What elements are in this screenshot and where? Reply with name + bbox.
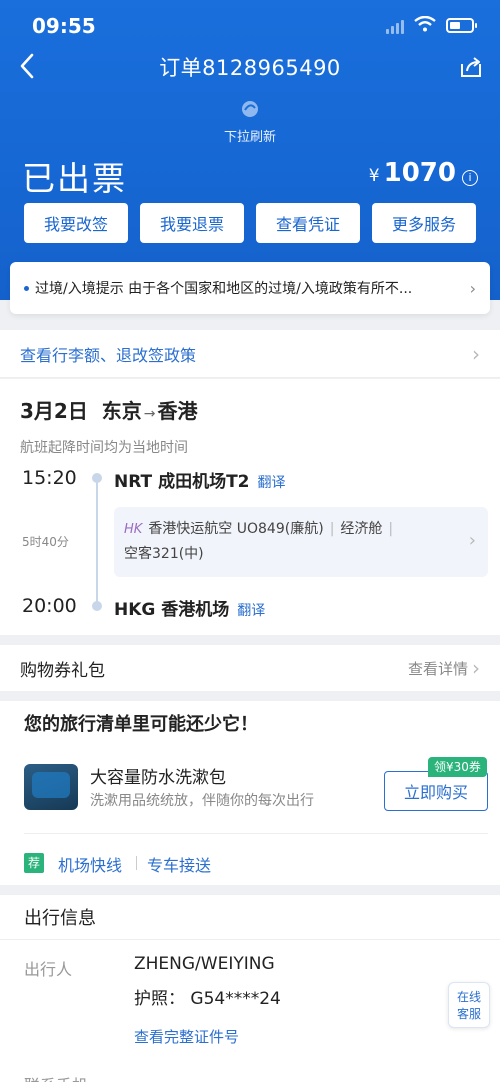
passenger-info: 出行人 ZHENG/WEIYING 护照： G54****24 查看完整证件号 … [0, 939, 500, 1082]
passenger-name: ZHENG/WEIYING [134, 954, 275, 974]
flight-card: 3月2日 东京 → 香港 航班起降时间均为当地时间 15:20 NRT 成田机场T2… [0, 379, 500, 635]
battery-icon [446, 18, 477, 33]
chevron-right-icon: › [472, 341, 480, 366]
passenger-label: 出行人 [24, 960, 73, 979]
route-arrow-icon: → [143, 406, 156, 422]
airline-flight: 香港快运航空 UO849(廉航) [148, 521, 324, 537]
online-support-button[interactable]: 在线 客服 [448, 982, 490, 1028]
cabin-class: 经济舱 [340, 521, 383, 537]
section-title: 出行信息 [24, 908, 96, 929]
order-header: 09:55 订单8128965490 下拉刷新 已出票 ¥ 1070 i 我要改… [0, 0, 500, 300]
contact-phone-label: 联系手机 [24, 1072, 88, 1082]
support-line2: 客服 [456, 1007, 481, 1021]
timeline-line [96, 478, 98, 606]
divider [24, 833, 488, 834]
flight-duration: 5时40分 [22, 535, 69, 549]
price-value: 1070 [383, 158, 456, 188]
translate-link[interactable]: 翻译 [258, 475, 286, 491]
destination-city: 香港 [157, 399, 198, 423]
recommendation-card: 您的旅行清单里可能还少它！ 大容量防水洗漱包 洗漱用品统统放，伴随你的每次出行 … [0, 701, 500, 885]
flight-date: 3月2日 [20, 399, 88, 423]
refresh-icon [242, 101, 258, 117]
view-details-link[interactable]: 查看详情 [408, 658, 468, 679]
currency-symbol: ¥ [368, 166, 380, 186]
departure-airport: NRT 成田机场T2 翻译 [114, 472, 286, 492]
translate-link[interactable]: 翻译 [237, 603, 265, 619]
page-title: 订单8128965490 [159, 56, 341, 80]
aircraft-type: 空客321(中) [124, 546, 204, 562]
policy-link[interactable]: 查看行李额、退改签政策 [20, 342, 472, 366]
product-image[interactable] [24, 764, 78, 810]
view-voucher-button[interactable]: 查看凭证 [256, 203, 360, 243]
airline-info[interactable]: HK 香港快运航空 UO849(廉航) | 经济舱 | 空客321(中) › [114, 507, 488, 577]
recommendation-title: 您的旅行清单里可能还少它！ [24, 714, 258, 735]
travel-info-header: 出行信息 [0, 895, 500, 939]
change-ticket-button[interactable]: 我要改签 [24, 203, 128, 243]
view-full-id-link[interactable]: 查看完整证件号 [134, 1026, 239, 1047]
ticket-status: 已出票 [22, 159, 127, 198]
support-line1: 在线 [456, 990, 481, 1004]
flight-route: 3月2日 东京 → 香港 [20, 395, 198, 424]
buy-now-button[interactable]: 立即购买 [384, 771, 488, 811]
coupon-label: 购物券礼包 [20, 660, 105, 681]
car-transfer-link[interactable]: 专车接送 [147, 852, 211, 876]
local-time-note: 航班起降时间均为当地时间 [20, 440, 188, 456]
order-price[interactable]: ¥ 1070 i [369, 158, 478, 188]
departure-time: 15:20 [22, 467, 77, 489]
recommend-tag: 荐 [24, 853, 44, 873]
airline-logo-icon: HK [124, 522, 143, 537]
coupon-badge: 领¥30券 [428, 757, 487, 777]
divider [136, 856, 137, 870]
refund-ticket-button[interactable]: 我要退票 [140, 203, 244, 243]
chevron-right-icon: › [472, 656, 480, 680]
chevron-right-icon: › [468, 530, 476, 551]
bullet-icon [24, 285, 29, 291]
timeline-dot [92, 601, 102, 611]
pull-to-refresh-hint: 下拉刷新 [223, 130, 276, 145]
baggage-policy-row[interactable]: 查看行李额、退改签政策 › [0, 330, 500, 378]
product-name[interactable]: 大容量防水洗漱包 [90, 763, 226, 788]
timeline-dot [92, 473, 102, 483]
wifi-icon [414, 16, 436, 32]
action-buttons: 我要改签 我要退票 查看凭证 更多服务 [24, 203, 476, 243]
notice-text: 过境/入境提示 由于各个国家和地区的过境/入境政策有所不... [35, 281, 413, 297]
signal-icon [386, 20, 404, 34]
share-icon[interactable] [458, 54, 484, 80]
passport-number: 护照： G54****24 [134, 989, 281, 1009]
product-description: 洗漱用品统统放，伴随你的每次出行 [90, 793, 314, 809]
coupon-package-row[interactable]: 购物券礼包 查看详情 › [0, 645, 500, 691]
arrival-airport: HKG 香港机场 翻译 [114, 600, 266, 620]
chevron-right-icon: › [469, 278, 476, 298]
status-time: 09:55 [32, 14, 96, 38]
airport-express-link[interactable]: 机场快线 [58, 852, 122, 876]
origin-city: 东京 [101, 399, 142, 423]
arrival-time: 20:00 [22, 595, 77, 617]
status-bar: 09:55 [0, 0, 500, 52]
entry-notice[interactable]: 过境/入境提示 由于各个国家和地区的过境/入境政策有所不... › [10, 262, 490, 314]
info-icon[interactable]: i [462, 170, 478, 186]
more-services-button[interactable]: 更多服务 [372, 203, 476, 243]
